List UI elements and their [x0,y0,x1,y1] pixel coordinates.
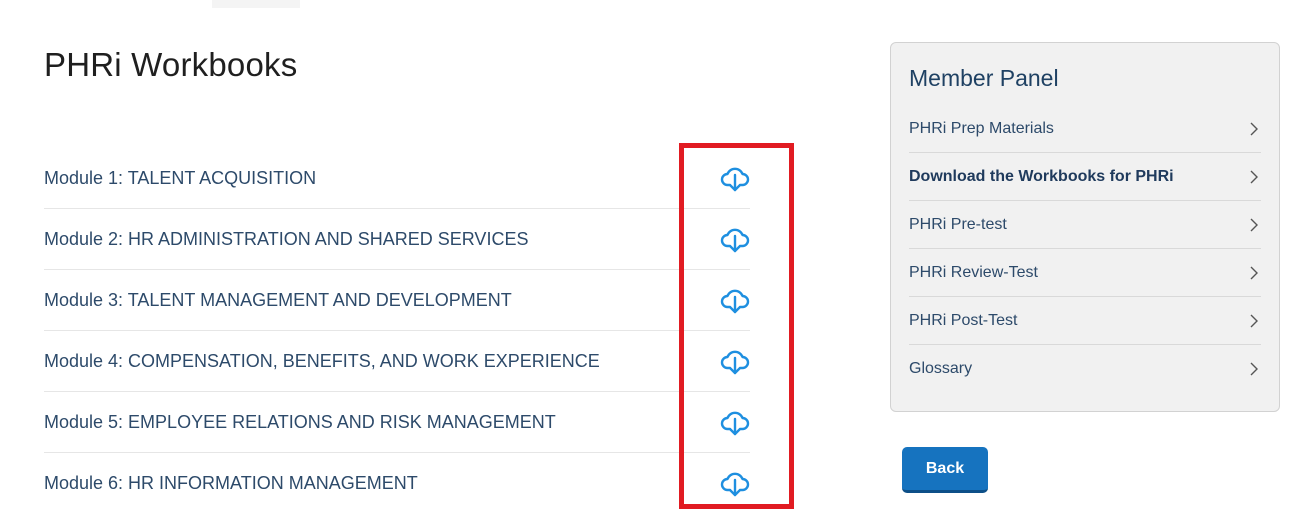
panel-item-prep-materials[interactable]: PHRi Prep Materials [909,105,1261,153]
panel-item-review-test[interactable]: PHRi Review-Test [909,249,1261,297]
chevron-right-icon [1250,218,1258,232]
panel-item-label: PHRi Post-Test [909,312,1018,329]
back-button[interactable]: Back [902,447,988,493]
chevron-right-icon [1250,122,1258,136]
panel-item-label: PHRi Review-Test [909,264,1038,281]
cloud-download-icon[interactable] [720,347,750,375]
chevron-right-icon [1250,266,1258,280]
panel-item-label: Glossary [909,360,973,377]
member-panel-nav: PHRi Prep Materials Download the Workboo… [909,105,1261,393]
module-link[interactable]: Module 5: EMPLOYEE RELATIONS AND RISK MA… [44,412,556,433]
top-strip-shade [212,0,300,8]
module-link[interactable]: Module 4: COMPENSATION, BENEFITS, AND WO… [44,351,600,372]
module-link[interactable]: Module 1: TALENT ACQUISITION [44,168,316,189]
cloud-download-icon[interactable] [720,164,750,192]
panel-item-post-test[interactable]: PHRi Post-Test [909,297,1261,345]
module-link[interactable]: Module 2: HR ADMINISTRATION AND SHARED S… [44,229,528,250]
top-strip [0,0,1306,8]
module-row: Module 5: EMPLOYEE RELATIONS AND RISK MA… [44,392,750,453]
panel-item-download-workbooks[interactable]: Download the Workbooks for PHRi [909,153,1261,201]
chevron-right-icon [1250,170,1258,184]
module-row: Module 3: TALENT MANAGEMENT AND DEVELOPM… [44,270,750,331]
panel-item-glossary[interactable]: Glossary [909,345,1261,393]
module-row: Module 6: HR INFORMATION MANAGEMENT [44,453,750,514]
cloud-download-icon[interactable] [720,225,750,253]
panel-item-label: PHRi Prep Materials [909,120,1054,137]
panel-item-label: PHRi Pre-test [909,216,1007,233]
page-title: PHRi Workbooks [44,46,298,83]
module-link[interactable]: Module 6: HR INFORMATION MANAGEMENT [44,473,418,494]
module-link[interactable]: Module 3: TALENT MANAGEMENT AND DEVELOPM… [44,290,512,311]
member-panel-title: Member Panel [909,65,1059,91]
cloud-download-icon[interactable] [720,469,750,497]
module-row: Module 1: TALENT ACQUISITION [44,148,750,209]
module-row: Module 2: HR ADMINISTRATION AND SHARED S… [44,209,750,270]
chevron-right-icon [1250,314,1258,328]
member-panel: Member Panel PHRi Prep Materials Downloa… [890,42,1280,412]
panel-item-label: Download the Workbooks for PHRi [909,168,1174,185]
cloud-download-icon[interactable] [720,286,750,314]
panel-item-pre-test[interactable]: PHRi Pre-test [909,201,1261,249]
module-row: Module 4: COMPENSATION, BENEFITS, AND WO… [44,331,750,392]
module-list: Module 1: TALENT ACQUISITION Module 2: H… [44,148,750,514]
chevron-right-icon [1250,362,1258,376]
cloud-download-icon[interactable] [720,408,750,436]
